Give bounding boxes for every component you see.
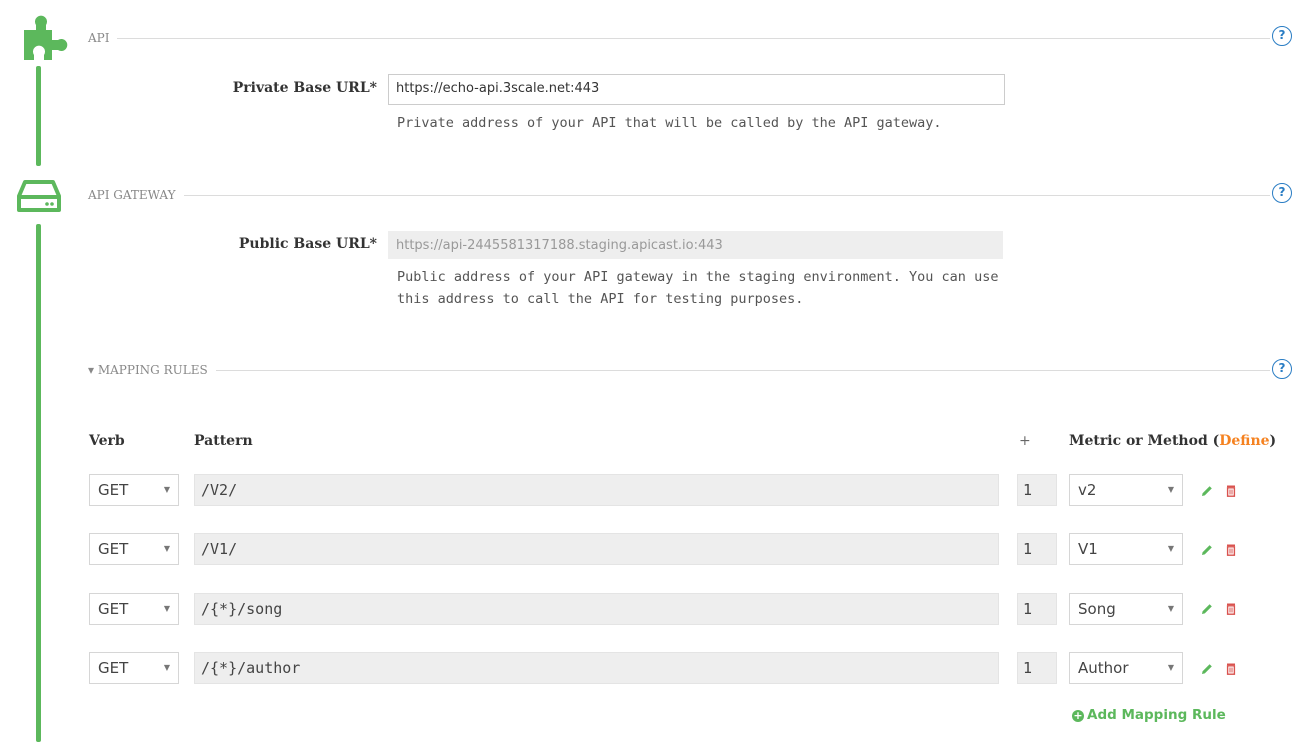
verb-select[interactable]: GET ▼: [89, 533, 179, 565]
edit-pencil-icon[interactable]: [1200, 543, 1214, 557]
gateway-help-icon[interactable]: ?: [1272, 183, 1292, 203]
mapping-rules-toggle[interactable]: ▾ MAPPING RULES: [88, 363, 216, 377]
timeline-rail-bottom: [36, 224, 41, 742]
public-base-url-hint-line2: this address to call the API for testing…: [397, 291, 804, 307]
private-base-url-hint: Private address of your API that will be…: [397, 115, 942, 131]
metric-select[interactable]: v2 ▼: [1069, 474, 1183, 506]
delete-trash-icon[interactable]: [1224, 662, 1238, 676]
verb-value: GET: [98, 540, 129, 558]
chevron-down-icon: ▼: [1167, 604, 1174, 613]
plus-circle-icon: +: [1072, 709, 1084, 722]
gateway-server-icon: [17, 180, 61, 212]
chevron-down-icon: ▼: [1167, 544, 1174, 553]
verb-select[interactable]: GET ▼: [89, 652, 179, 684]
verb-select[interactable]: GET ▼: [89, 474, 179, 506]
pattern-input[interactable]: /{*}/author: [194, 652, 999, 684]
metric-select[interactable]: V1 ▼: [1069, 533, 1183, 565]
edit-pencil-icon[interactable]: [1200, 662, 1214, 676]
mapping-section-divider: [88, 370, 1270, 371]
add-mapping-rule-link[interactable]: + Add Mapping Rule: [1072, 707, 1226, 723]
chevron-down-icon: ▼: [1167, 663, 1174, 672]
metric-select[interactable]: Song ▼: [1069, 593, 1183, 625]
metric-value: Song: [1078, 600, 1116, 618]
delete-trash-icon[interactable]: [1224, 484, 1238, 498]
metric-select[interactable]: Author ▼: [1069, 652, 1183, 684]
timeline-rail-top: [36, 66, 41, 166]
verb-select[interactable]: GET ▼: [89, 593, 179, 625]
delta-column-header: +: [1019, 433, 1031, 449]
chevron-down-icon: ▼: [163, 544, 170, 553]
gateway-section-divider: [88, 195, 1270, 196]
add-mapping-rule-label: Add Mapping Rule: [1087, 707, 1226, 723]
private-base-url-label: Private Base URL*: [232, 80, 377, 96]
metric-column-header: Metric or Method (Define): [1069, 433, 1276, 449]
metric-header-close: ): [1269, 433, 1277, 449]
metric-value: v2: [1078, 481, 1097, 499]
verb-value: GET: [98, 659, 129, 677]
delta-input[interactable]: 1: [1017, 533, 1057, 565]
puzzle-icon: [24, 15, 68, 60]
pattern-column-header: Pattern: [194, 433, 253, 449]
mapping-help-icon[interactable]: ?: [1272, 359, 1292, 379]
chevron-down-icon: ▼: [1167, 485, 1174, 494]
pattern-input[interactable]: /V1/: [194, 533, 999, 565]
metric-header-text: Metric or Method (: [1069, 433, 1220, 449]
chevron-down-icon: ▼: [163, 663, 170, 672]
edit-pencil-icon[interactable]: [1200, 484, 1214, 498]
api-section-divider: [88, 38, 1270, 39]
edit-pencil-icon[interactable]: [1200, 602, 1214, 616]
public-base-url-input: https://api-2445581317188.staging.apicas…: [388, 231, 1003, 259]
metric-value: Author: [1078, 659, 1129, 677]
api-help-icon[interactable]: ?: [1272, 26, 1292, 46]
verb-value: GET: [98, 600, 129, 618]
delta-input[interactable]: 1: [1017, 593, 1057, 625]
delta-input[interactable]: 1: [1017, 652, 1057, 684]
verb-column-header: Verb: [89, 433, 125, 449]
chevron-down-icon: ▼: [163, 485, 170, 494]
pattern-input[interactable]: /{*}/song: [194, 593, 999, 625]
delete-trash-icon[interactable]: [1224, 543, 1238, 557]
verb-value: GET: [98, 481, 129, 499]
private-base-url-input[interactable]: https://echo-api.3scale.net:443: [388, 74, 1005, 105]
delta-input[interactable]: 1: [1017, 474, 1057, 506]
chevron-down-icon: ▼: [163, 604, 170, 613]
public-base-url-hint-line1: Public address of your API gateway in th…: [397, 269, 999, 285]
api-section-title: API: [88, 31, 118, 45]
metric-value: V1: [1078, 540, 1098, 558]
define-link[interactable]: Define: [1219, 433, 1269, 449]
public-base-url-label: Public Base URL*: [238, 236, 377, 252]
pattern-input[interactable]: /V2/: [194, 474, 999, 506]
delete-trash-icon[interactable]: [1224, 602, 1238, 616]
gateway-section-title: API GATEWAY: [88, 188, 184, 202]
